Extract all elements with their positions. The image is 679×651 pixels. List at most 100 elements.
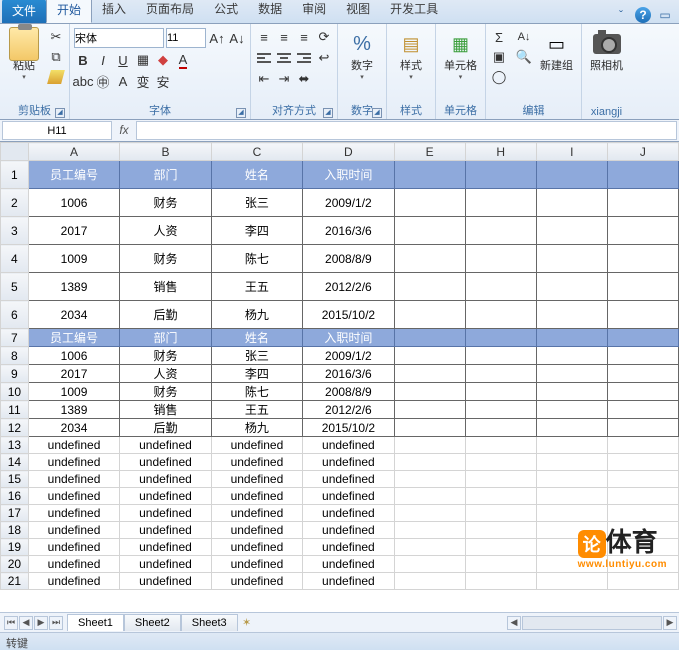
cell[interactable]: undefined [211, 471, 302, 488]
cell[interactable]: undefined [28, 505, 119, 522]
cell[interactable]: undefined [28, 556, 119, 573]
minimize-ribbon-icon[interactable]: ˇ [613, 7, 629, 23]
find-icon[interactable]: 🔍 [515, 48, 533, 66]
cell[interactable]: 财务 [120, 245, 211, 273]
cell[interactable]: undefined [211, 505, 302, 522]
cell[interactable]: undefined [303, 437, 394, 454]
cell[interactable]: 王五 [211, 273, 302, 301]
cell[interactable]: undefined [120, 488, 211, 505]
newgroup-button[interactable]: ▭新建组 [536, 26, 577, 75]
row-header[interactable]: 2 [1, 189, 29, 217]
cell[interactable]: 1009 [28, 383, 119, 401]
ribbon-tab-0[interactable]: 开始 [46, 0, 92, 23]
cell[interactable]: 2008/8/9 [303, 245, 394, 273]
cell[interactable]: undefined [28, 522, 119, 539]
worksheet-grid[interactable]: ABCDEHIJ1员工编号部门姓名入职时间21006财务张三2009/1/232… [0, 142, 679, 612]
cell[interactable] [536, 217, 607, 245]
cell[interactable] [465, 437, 536, 454]
cell[interactable] [394, 505, 465, 522]
cell[interactable] [465, 245, 536, 273]
cell[interactable] [536, 329, 607, 347]
new-sheet-icon[interactable]: ✶ [238, 614, 256, 632]
dialog-launcher-icon[interactable]: ◢ [323, 108, 333, 118]
cell[interactable]: 陈七 [211, 383, 302, 401]
cell[interactable]: undefined [211, 573, 302, 590]
row-header[interactable]: 16 [1, 488, 29, 505]
name-box[interactable] [2, 121, 112, 140]
dialog-launcher-icon[interactable]: ◢ [372, 108, 382, 118]
cell[interactable] [536, 505, 607, 522]
row-header[interactable]: 20 [1, 556, 29, 573]
ribbon-tab-7[interactable]: 开发工具 [380, 0, 448, 23]
cell[interactable] [465, 365, 536, 383]
ribbon-tab-4[interactable]: 数据 [248, 0, 292, 23]
cell[interactable] [394, 273, 465, 301]
cell[interactable] [607, 401, 678, 419]
cell[interactable]: undefined [211, 539, 302, 556]
cell[interactable] [465, 161, 536, 189]
row-header[interactable]: 4 [1, 245, 29, 273]
cell[interactable]: undefined [211, 454, 302, 471]
cell[interactable] [465, 401, 536, 419]
cell[interactable] [607, 245, 678, 273]
sheet-tab[interactable]: Sheet1 [67, 614, 124, 631]
row-header[interactable]: 12 [1, 419, 29, 437]
cell[interactable]: 2017 [28, 217, 119, 245]
bold-icon[interactable]: B [74, 51, 92, 69]
cell[interactable] [536, 419, 607, 437]
cell[interactable]: 1006 [28, 189, 119, 217]
decrease-font-icon[interactable]: A↓ [228, 29, 246, 47]
cell[interactable]: undefined [28, 471, 119, 488]
dialog-launcher-icon[interactable]: ◢ [55, 108, 65, 118]
cell[interactable]: 2034 [28, 301, 119, 329]
cell[interactable]: undefined [211, 437, 302, 454]
row-header[interactable]: 19 [1, 539, 29, 556]
cell[interactable]: 员工编号 [28, 329, 119, 347]
fill-icon[interactable]: ▣ [490, 48, 508, 66]
cell[interactable]: 姓名 [211, 161, 302, 189]
orientation-icon[interactable]: ⟳ [315, 28, 333, 46]
cell[interactable] [607, 273, 678, 301]
select-all-corner[interactable] [1, 143, 29, 161]
cell[interactable] [394, 471, 465, 488]
cell[interactable] [394, 365, 465, 383]
cell[interactable] [394, 556, 465, 573]
cell[interactable] [394, 437, 465, 454]
cell[interactable]: 姓名 [211, 329, 302, 347]
cell[interactable]: 部门 [120, 329, 211, 347]
cell[interactable] [394, 419, 465, 437]
cell[interactable]: undefined [303, 471, 394, 488]
cell[interactable]: 财务 [120, 189, 211, 217]
format-painter-icon[interactable] [47, 68, 65, 86]
cell[interactable]: 张三 [211, 347, 302, 365]
col-header[interactable]: H [465, 143, 536, 161]
formula-input[interactable] [136, 121, 677, 140]
col-header[interactable]: D [303, 143, 394, 161]
row-header[interactable]: 9 [1, 365, 29, 383]
cell[interactable] [465, 217, 536, 245]
cell[interactable]: 部门 [120, 161, 211, 189]
cell[interactable] [536, 383, 607, 401]
asian-layout-icon[interactable]: 安 [154, 72, 172, 90]
cell[interactable]: 2016/3/6 [303, 365, 394, 383]
border-icon[interactable]: ▦ [134, 51, 152, 69]
row-header[interactable]: 1 [1, 161, 29, 189]
cell[interactable] [536, 488, 607, 505]
sheet-tab[interactable]: Sheet2 [124, 614, 181, 631]
cell[interactable]: 2015/10/2 [303, 301, 394, 329]
row-header[interactable]: 11 [1, 401, 29, 419]
cell[interactable]: 张三 [211, 189, 302, 217]
decrease-indent-icon[interactable]: ⇤ [255, 70, 273, 88]
cell[interactable]: 1006 [28, 347, 119, 365]
increase-indent-icon[interactable]: ⇥ [275, 70, 293, 88]
cell[interactable]: 员工编号 [28, 161, 119, 189]
cell[interactable]: 杨九 [211, 419, 302, 437]
hscroll-track[interactable] [522, 616, 662, 630]
number-button[interactable]: %数字▾ [342, 26, 382, 83]
cell[interactable] [536, 245, 607, 273]
font-name-combo[interactable] [74, 28, 164, 48]
cell[interactable] [607, 471, 678, 488]
cut-icon[interactable]: ✂ [47, 28, 65, 46]
align-right-icon[interactable] [295, 49, 313, 67]
cell[interactable]: undefined [211, 488, 302, 505]
